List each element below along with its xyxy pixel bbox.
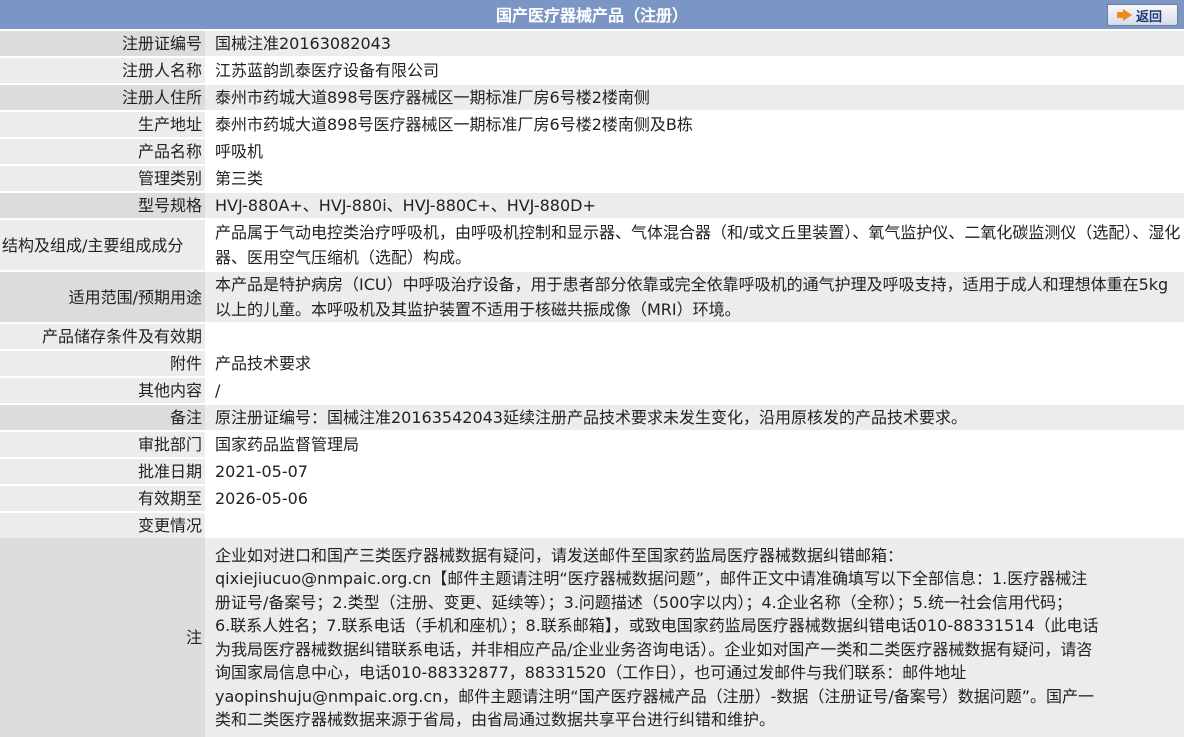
table-row: 管理类别 第三类 xyxy=(0,164,1184,192)
note-line: 6.联系人姓名；7.联系电话（手机和座机）；8.联系邮箱】，或致电国家药监局医疗… xyxy=(215,616,1099,635)
field-value: 江苏蓝韵凯泰医疗设备有限公司 xyxy=(205,56,1184,84)
table-row: 备注 原注册证编号：国械注准20163542043延续注册产品技术要求未发生变化… xyxy=(0,403,1184,431)
table-row: 注册人住所 泰州市药城大道898号医疗器械区一期标准厂房6号楼2楼南侧 xyxy=(0,83,1184,111)
table-row: 注册人名称 江苏蓝韵凯泰医疗设备有限公司 xyxy=(0,56,1184,84)
field-value: 2021-05-07 xyxy=(205,457,1184,485)
table-row: 有效期至 2026-05-06 xyxy=(0,484,1184,512)
note-text: 企业如对进口和国产三类医疗器械数据有疑问，请发送邮件至国家药监局医疗器械数据纠错… xyxy=(205,538,1184,737)
field-value: 2026-05-06 xyxy=(205,484,1184,512)
field-value: 泰州市药城大道898号医疗器械区一期标准厂房6号楼2楼南侧及B栋 xyxy=(205,110,1184,138)
page-header: 国产医疗器械产品（注册） 返回 xyxy=(0,0,1184,31)
table-row: 变更情况 xyxy=(0,511,1184,538)
table-row: 适用范围/预期用途 本产品是特护病房（ICU）中呼吸治疗设备，用于患者部分依靠或… xyxy=(0,270,1184,323)
table-row: 注册证编号 国械注准20163082043 xyxy=(0,31,1184,57)
note-line: 询国家局信息中心，电话010-88332877，88331520（工作日），也可… xyxy=(215,663,967,682)
field-label: 管理类别 xyxy=(0,164,205,192)
table-row: 生产地址 泰州市药城大道898号医疗器械区一期标准厂房6号楼2楼南侧及B栋 xyxy=(0,110,1184,138)
field-value: 产品属于气动电控类治疗呼吸机，由呼吸机控制和显示器、气体混合器（和/或文丘里装置… xyxy=(205,218,1184,271)
note-line: yaopinshuju@nmpaic.org.cn，邮件主题请注明“国产医疗器械… xyxy=(215,686,1095,706)
field-value: HVJ-880A+、HVJ-880i、HVJ-880C+、HVJ-880D+ xyxy=(205,191,1184,219)
field-label: 生产地址 xyxy=(0,110,205,138)
field-value: 本产品是特护病房（ICU）中呼吸治疗设备，用于患者部分依靠或完全依靠呼吸机的通气… xyxy=(205,270,1184,323)
field-label: 有效期至 xyxy=(0,484,205,512)
field-value: 第三类 xyxy=(205,164,1184,192)
table-row: 产品名称 呼吸机 xyxy=(0,137,1184,165)
table-row: 结构及组成/主要组成成分 产品属于气动电控类治疗呼吸机，由呼吸机控制和显示器、气… xyxy=(0,218,1184,271)
table-row: 批准日期 2021-05-07 xyxy=(0,457,1184,485)
field-value: 呼吸机 xyxy=(205,137,1184,165)
field-value: / xyxy=(205,376,1184,404)
field-value: 国家药品监督管理局 xyxy=(205,430,1184,458)
field-value: 原注册证编号：国械注准20163542043延续注册产品技术要求未发生变化，沿用… xyxy=(205,403,1184,431)
field-value xyxy=(205,322,1184,350)
note-line: qixiejiucuo@nmpaic.org.cn【邮件主题请注明“医疗器械数据… xyxy=(215,569,1088,588)
field-label: 附件 xyxy=(0,349,205,377)
table-row: 其他内容 / xyxy=(0,376,1184,404)
table-row: 审批部门 国家药品监督管理局 xyxy=(0,430,1184,458)
field-value: 国械注准20163082043 xyxy=(205,31,1184,57)
field-label: 产品储存条件及有效期 xyxy=(0,322,205,350)
page-title: 国产医疗器械产品（注册） xyxy=(495,6,688,25)
field-value xyxy=(205,511,1184,538)
note-row: 注 企业如对进口和国产三类医疗器械数据有疑问，请发送邮件至国家药监局医疗器械数据… xyxy=(0,538,1184,737)
field-label: 注册人名称 xyxy=(0,56,205,84)
note-line: 册证号/备案号；2.类型（注册、变更、延续等）；3.问题描述（500字以内）；4… xyxy=(215,592,1072,612)
field-label: 备注 xyxy=(0,403,205,431)
field-label: 结构及组成/主要组成成分 xyxy=(0,218,205,271)
field-value: 产品技术要求 xyxy=(205,349,1184,377)
field-label: 审批部门 xyxy=(0,430,205,458)
note-line: 为我局医疗器械数据纠错联系电话，并非相应产品/企业业务咨询电话）。企业如对国产一… xyxy=(215,639,1093,659)
field-label: 批准日期 xyxy=(0,457,205,485)
note-label: 注 xyxy=(0,538,205,737)
field-label: 其他内容 xyxy=(0,376,205,404)
field-label: 适用范围/预期用途 xyxy=(0,270,205,323)
field-label: 注册证编号 xyxy=(0,31,205,57)
back-button[interactable]: 返回 xyxy=(1107,4,1178,26)
table-row: 产品储存条件及有效期 xyxy=(0,322,1184,350)
arrow-right-icon xyxy=(1116,9,1132,21)
table-row: 型号规格 HVJ-880A+、HVJ-880i、HVJ-880C+、HVJ-88… xyxy=(0,191,1184,219)
back-button-label: 返回 xyxy=(1135,9,1162,25)
field-label: 产品名称 xyxy=(0,137,205,165)
detail-table: 注册证编号 国械注准20163082043 注册人名称 江苏蓝韵凯泰医疗设备有限… xyxy=(0,31,1184,737)
field-label: 注册人住所 xyxy=(0,83,205,111)
field-label: 变更情况 xyxy=(0,511,205,538)
field-label: 型号规格 xyxy=(0,191,205,219)
note-line: 企业如对进口和国产三类医疗器械数据有疑问，请发送邮件至国家药监局医疗器械数据纠错… xyxy=(215,545,904,565)
table-row: 附件 产品技术要求 xyxy=(0,349,1184,377)
note-line: 类和二类医疗器械数据来源于省局，由省局通过数据共享平台进行纠错和维护。 xyxy=(215,710,776,729)
field-value: 泰州市药城大道898号医疗器械区一期标准厂房6号楼2楼南侧 xyxy=(205,83,1184,111)
